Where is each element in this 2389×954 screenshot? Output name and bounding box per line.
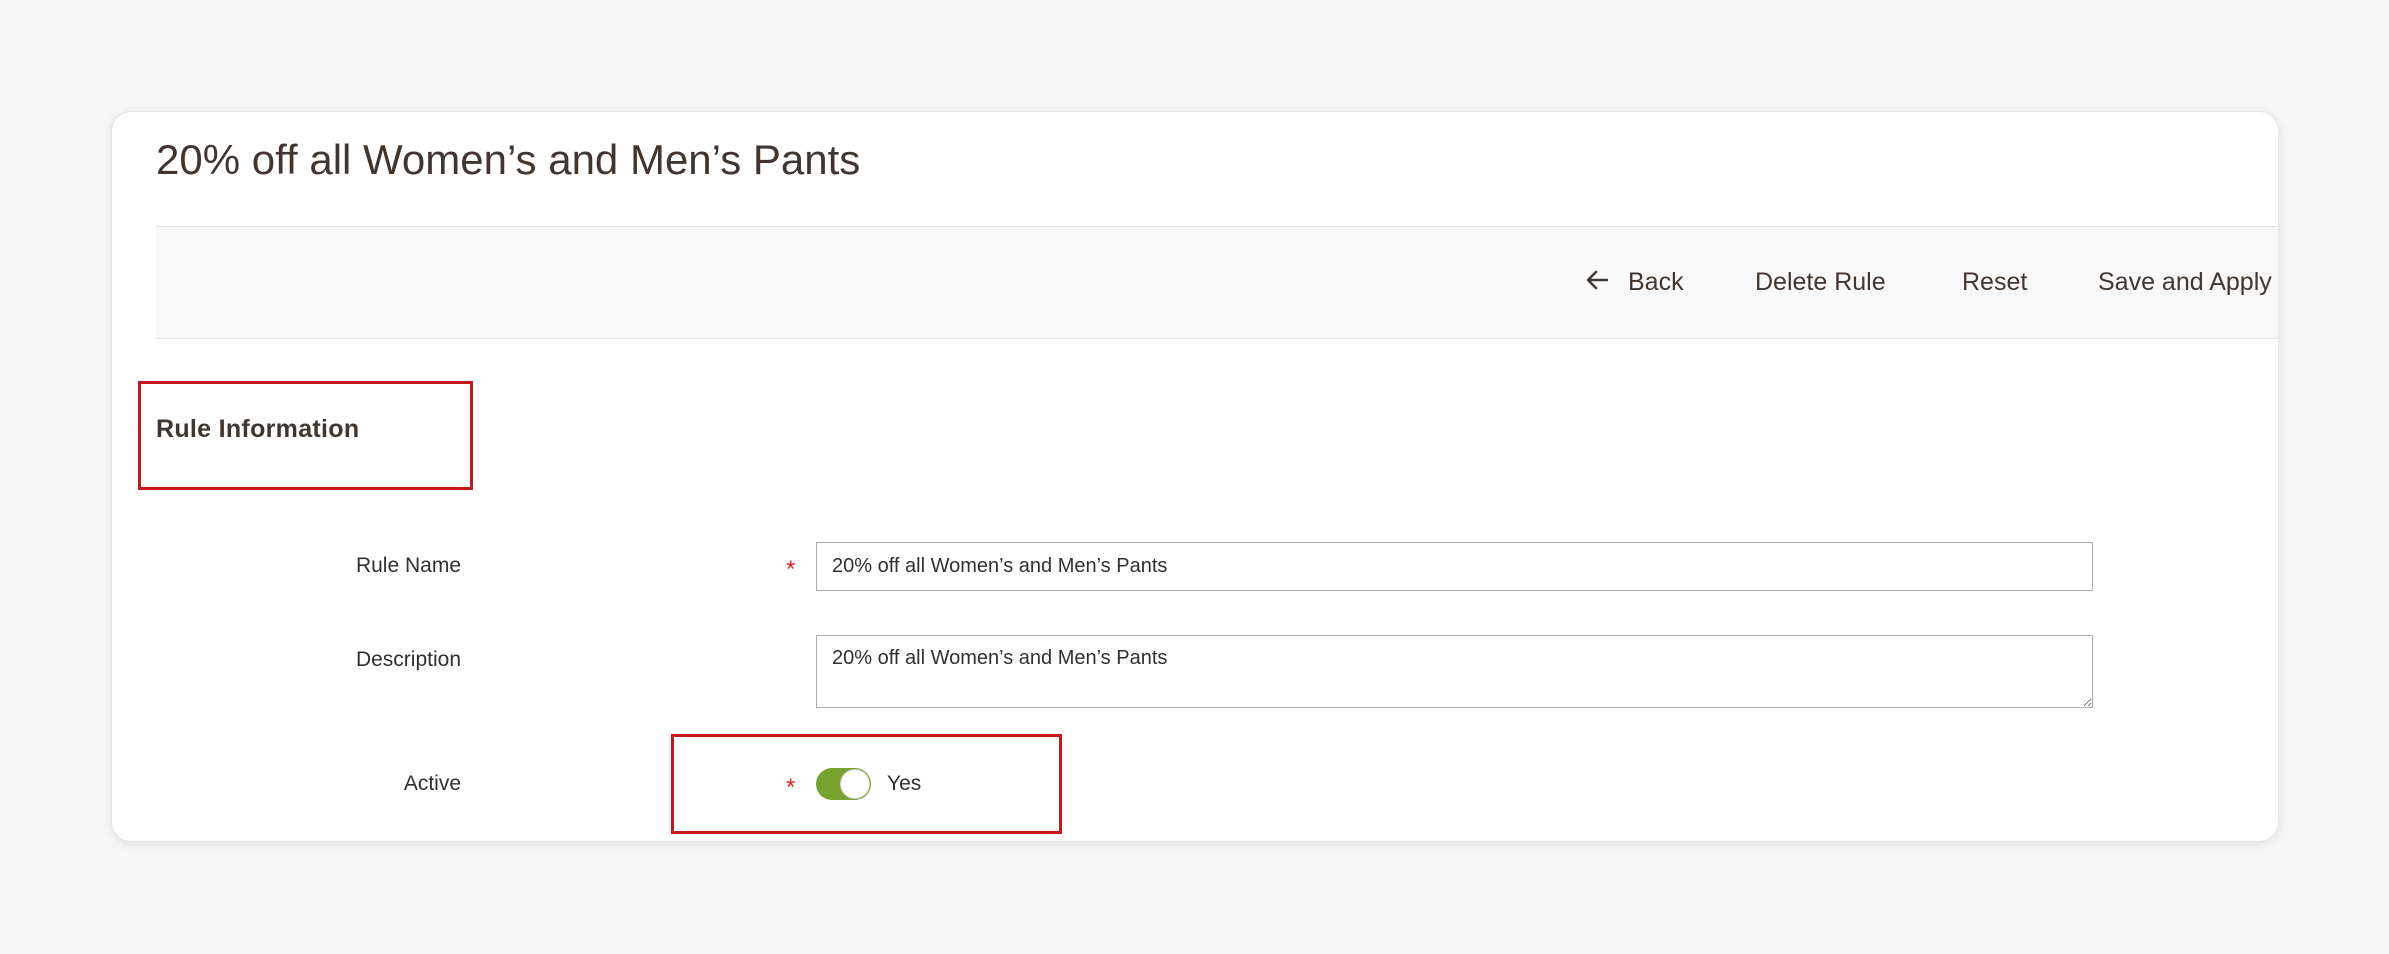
description-label: Description xyxy=(355,648,461,671)
description-textarea[interactable]: 20% off all Women’s and Men’s Pants xyxy=(816,635,2093,708)
highlight-box-section xyxy=(138,381,473,490)
rule-edit-panel: 20% off all Women’s and Men’s Pants Back… xyxy=(111,111,2279,842)
rule-name-input[interactable] xyxy=(816,542,2093,591)
back-button[interactable]: Back xyxy=(1586,227,1684,338)
back-button-label: Back xyxy=(1628,268,1684,296)
reset-button[interactable]: Reset xyxy=(1962,227,2027,338)
rule-name-label: Rule Name xyxy=(355,554,461,577)
highlight-box-active xyxy=(671,734,1062,834)
page-actions-toolbar: Back Delete Rule Reset Save and Apply xyxy=(156,226,2278,339)
save-and-apply-button[interactable]: Save and Apply xyxy=(2098,227,2272,338)
delete-rule-button[interactable]: Delete Rule xyxy=(1755,227,1886,338)
active-label: Active xyxy=(403,772,461,795)
page-title: 20% off all Women’s and Men’s Pants xyxy=(156,136,861,183)
required-asterisk: * xyxy=(786,556,796,583)
arrow-left-icon xyxy=(1586,271,1608,290)
